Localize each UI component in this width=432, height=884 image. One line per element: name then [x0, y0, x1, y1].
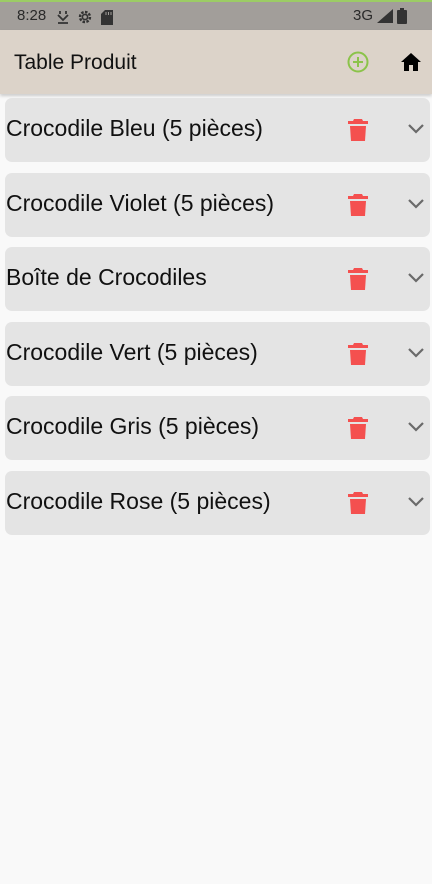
trash-icon[interactable] [347, 491, 369, 515]
trash-icon[interactable] [347, 193, 369, 217]
status-right: 3G [353, 7, 407, 24]
status-bar: 8:28 3G [0, 0, 432, 30]
product-label: Crocodile Violet (5 pièces) [6, 189, 275, 216]
product-label: Crocodile Bleu (5 pièces) [6, 115, 263, 141]
list-item[interactable]: Crocodile Gris (5 pièces) [5, 396, 430, 460]
product-label: Crocodile Rose (5 pièces) [6, 487, 271, 514]
status-time: 8:28 [17, 7, 47, 24]
trash-icon[interactable] [347, 342, 369, 366]
product-label: Crocodile Gris (5 pièces) [6, 413, 260, 439]
signal-icon [377, 8, 393, 23]
battery-icon [397, 7, 407, 24]
list-item[interactable]: Crocodile Rose (5 pièces) [5, 470, 430, 535]
page-title: Table Produit [14, 51, 137, 74]
trash-icon[interactable] [347, 267, 369, 291]
chevron-down-icon[interactable] [407, 122, 425, 136]
chevron-down-icon[interactable] [407, 420, 425, 434]
chevron-down-icon[interactable] [407, 495, 425, 509]
settings-icon [78, 10, 92, 24]
add-circle-icon[interactable] [346, 50, 370, 74]
trash-icon[interactable] [347, 118, 369, 142]
app-bar: Table Produit [0, 30, 432, 94]
product-label: Crocodile Vert (5 pièces) [6, 338, 258, 365]
chevron-down-icon[interactable] [407, 346, 425, 360]
chevron-down-icon[interactable] [407, 197, 425, 211]
list-item[interactable]: Boîte de Crocodiles [5, 247, 430, 311]
trash-icon[interactable] [347, 416, 369, 440]
list-item[interactable]: Crocodile Violet (5 pièces) [5, 172, 430, 237]
download-icon [57, 11, 69, 24]
list-item[interactable]: Crocodile Bleu (5 pièces) [5, 98, 430, 162]
product-label: Boîte de Crocodiles [6, 264, 207, 290]
home-icon[interactable] [400, 51, 422, 73]
network-type: 3G [352, 7, 373, 24]
status-icons [57, 9, 113, 25]
product-list: Crocodile Bleu (5 pièces) Crocodile Viol… [5, 98, 430, 545]
list-item[interactable]: Crocodile Vert (5 pièces) [5, 321, 430, 386]
chevron-down-icon[interactable] [407, 271, 425, 285]
sd-card-icon [101, 9, 113, 25]
